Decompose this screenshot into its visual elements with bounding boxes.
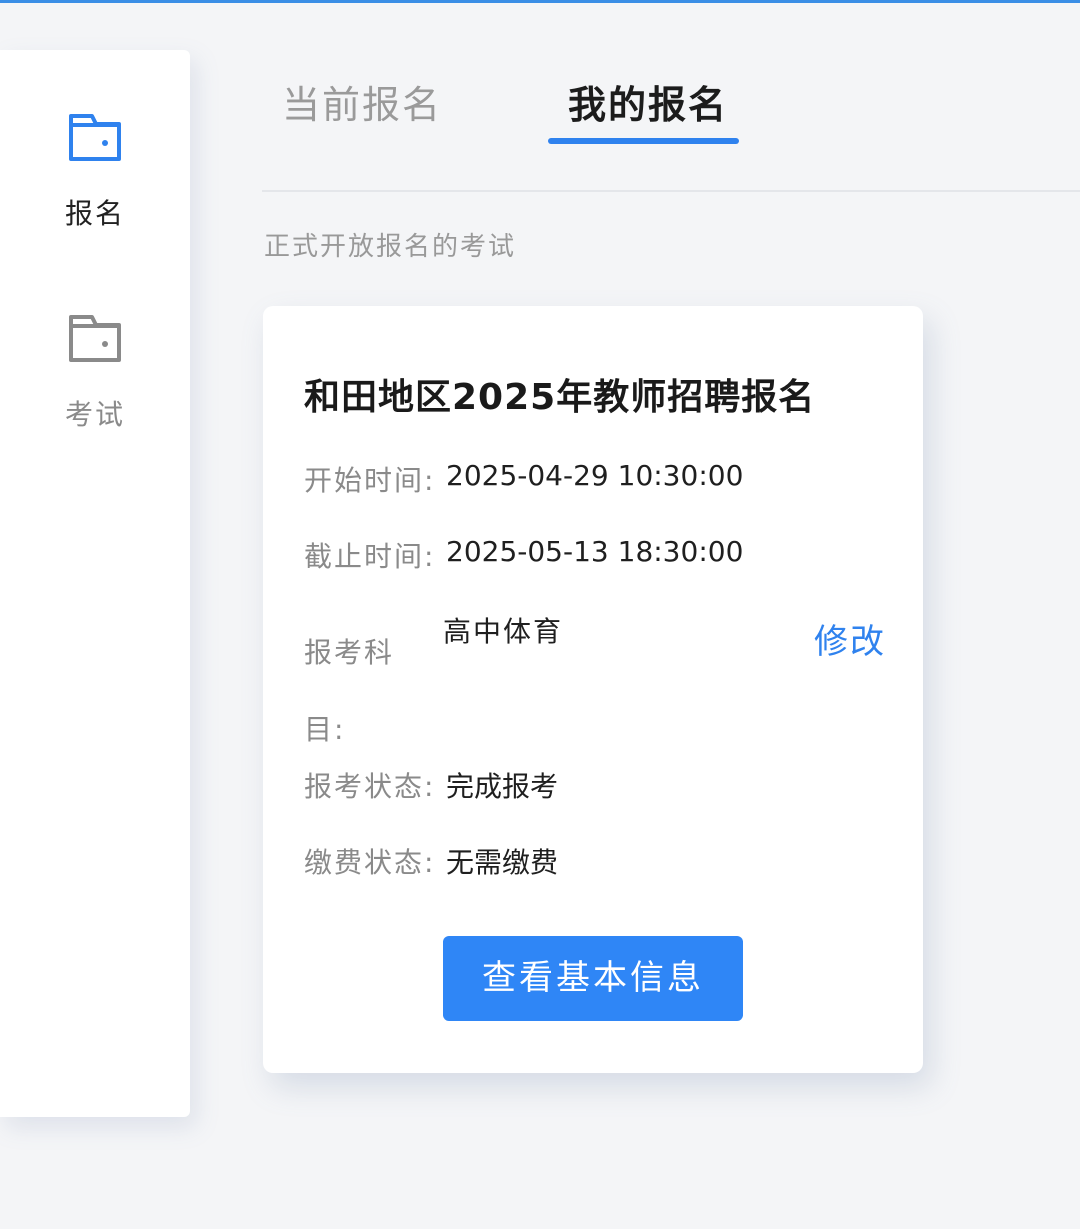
sidebar-item-label: 报名 xyxy=(64,197,125,230)
tab-current-registration[interactable]: 当前报名 xyxy=(282,74,442,129)
card-title: 和田地区2025年教师招聘报名 xyxy=(304,377,816,418)
page: 报名 考试 当前报名 我的报名 正式开放报名的考试 和田地区2025年教师招聘报… xyxy=(0,0,1080,1229)
payment-status-label: 缴费状态: xyxy=(304,846,436,879)
sidebar: 报名 考试 xyxy=(0,50,190,1117)
subject-value: 高中体育 xyxy=(443,615,564,648)
apply-status-value: 完成报考 xyxy=(446,770,559,803)
payment-status-value: 无需缴费 xyxy=(446,846,559,879)
end-time-value: 2025-05-13 18:30:00 xyxy=(446,535,744,568)
apply-status-label: 报考状态: xyxy=(304,770,436,803)
section-caption: 正式开放报名的考试 xyxy=(264,232,517,262)
start-time-label: 开始时间: xyxy=(304,464,436,497)
end-time-label: 截止时间: xyxy=(304,540,436,573)
active-tab-indicator xyxy=(548,138,739,144)
tab-bar: 当前报名 我的报名 xyxy=(262,60,1080,192)
folder-icon xyxy=(68,313,122,363)
sidebar-item-exam[interactable]: 考试 xyxy=(0,313,190,483)
top-accent-line xyxy=(0,0,1080,3)
tab-my-registration[interactable]: 我的报名 xyxy=(568,74,728,129)
sidebar-item-label: 考试 xyxy=(64,398,125,431)
edit-subject-link[interactable]: 修改 xyxy=(814,614,886,663)
view-basic-info-button[interactable]: 查看基本信息 xyxy=(443,936,743,1021)
subject-label: 报考科目: xyxy=(304,636,395,746)
folder-icon xyxy=(68,112,122,162)
sidebar-item-registration[interactable]: 报名 xyxy=(0,112,190,282)
registration-card: 和田地区2025年教师招聘报名 开始时间: 2025-04-29 10:30:0… xyxy=(263,306,923,1073)
start-time-value: 2025-04-29 10:30:00 xyxy=(446,459,744,492)
